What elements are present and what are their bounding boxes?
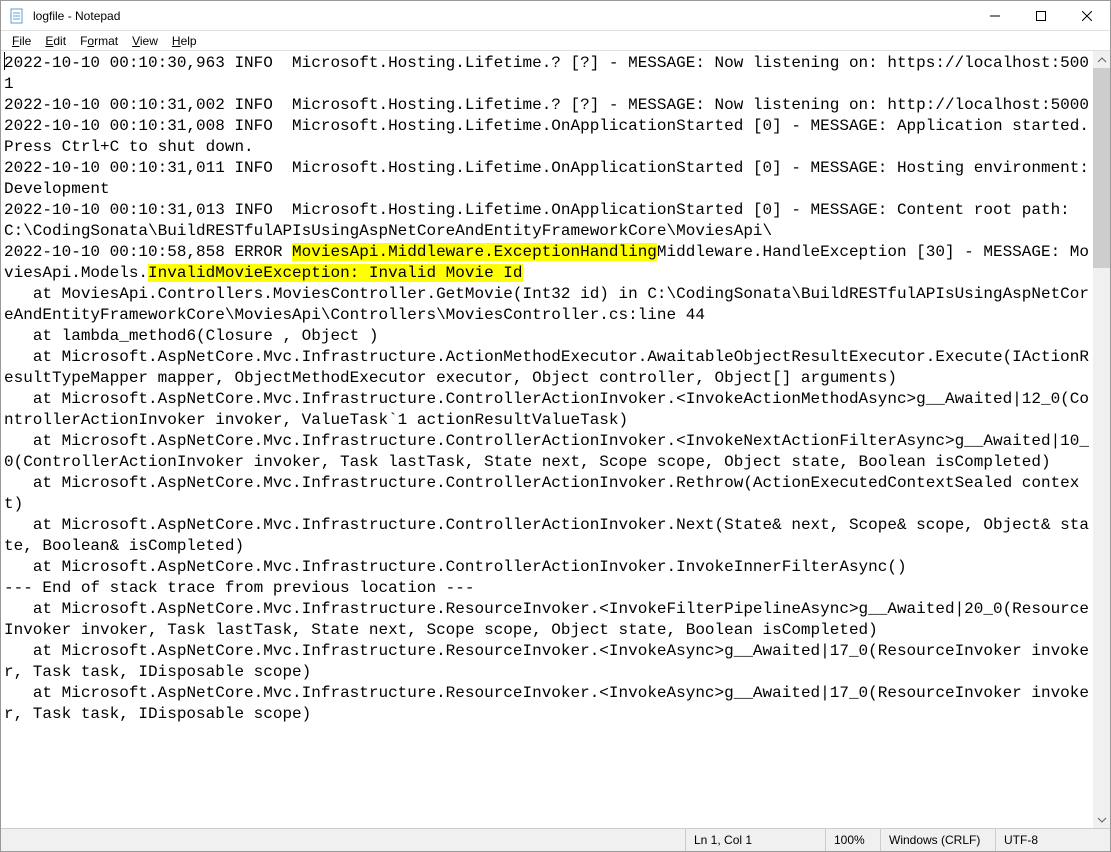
window-controls [972, 1, 1110, 30]
minimize-button[interactable] [972, 1, 1018, 30]
log-text-pre: 2022-10-10 00:10:30,963 INFO Microsoft.H… [4, 54, 1093, 261]
log-text-post: at MoviesApi.Controllers.MoviesControlle… [4, 285, 1089, 723]
menu-view[interactable]: View [125, 33, 165, 49]
highlight-1: MoviesApi.Middleware.ExceptionHandling [292, 243, 657, 261]
status-bar: Ln 1, Col 1 100% Windows (CRLF) UTF-8 [1, 828, 1110, 851]
text-editor[interactable]: 2022-10-10 00:10:30,963 INFO Microsoft.H… [1, 51, 1093, 828]
status-encoding: UTF-8 [995, 829, 1110, 851]
editor-wrap: 2022-10-10 00:10:30,963 INFO Microsoft.H… [1, 51, 1110, 828]
menu-help[interactable]: Help [165, 33, 204, 49]
menu-bar: File Edit Format View Help [1, 31, 1110, 51]
notepad-icon [9, 8, 25, 24]
maximize-button[interactable] [1018, 1, 1064, 30]
title-bar: logfile - Notepad [1, 1, 1110, 31]
scroll-thumb[interactable] [1093, 68, 1110, 268]
status-zoom: 100% [825, 829, 880, 851]
close-button[interactable] [1064, 1, 1110, 30]
menu-format[interactable]: Format [73, 33, 125, 49]
scroll-track[interactable] [1093, 68, 1110, 811]
vertical-scrollbar[interactable] [1093, 51, 1110, 828]
status-eol: Windows (CRLF) [880, 829, 995, 851]
menu-file[interactable]: File [5, 33, 38, 49]
highlight-2: InvalidMovieException: Invalid Movie Id [148, 264, 522, 282]
window-title: logfile - Notepad [33, 9, 972, 23]
scroll-down-button[interactable] [1093, 811, 1110, 828]
status-position: Ln 1, Col 1 [685, 829, 825, 851]
scroll-up-button[interactable] [1093, 51, 1110, 68]
menu-edit[interactable]: Edit [38, 33, 73, 49]
